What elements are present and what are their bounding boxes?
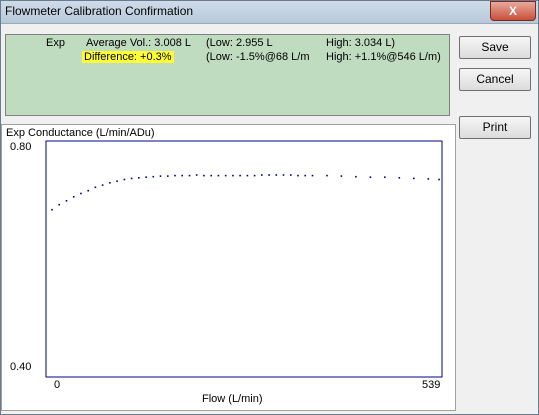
data-point (109, 182, 111, 184)
x-axis-label: Flow (L/min) (202, 393, 263, 405)
data-point (384, 176, 386, 178)
data-point (355, 175, 357, 178)
data-point (72, 196, 75, 198)
title-bar: Flowmeter Calibration Confirmation X (1, 1, 538, 24)
cancel-button[interactable]: Cancel (459, 68, 531, 91)
data-point (203, 174, 205, 177)
conductance-chart: Exp Conductance (L/min/ADu) 0.80 0.40 0 … (1, 124, 456, 411)
data-point (210, 174, 212, 177)
data-point (282, 174, 285, 176)
exp-label: Exp (46, 37, 65, 49)
data-point (58, 203, 60, 206)
data-point (224, 174, 227, 177)
chart-svg: 0.80 0.40 0 539 Flow (L/min) (10, 140, 443, 405)
x-tick-max: 539 (422, 379, 440, 391)
window-title: Flowmeter Calibration Confirmation (5, 4, 194, 18)
data-point (304, 174, 306, 177)
data-point (145, 176, 147, 178)
data-point (340, 175, 343, 177)
data-point (101, 184, 104, 186)
low-deviation: (Low: -1.5%@68 L/m (206, 51, 310, 63)
plot-area (45, 140, 443, 378)
data-point (290, 174, 292, 176)
data-point (116, 180, 118, 182)
data-point (268, 174, 270, 176)
difference-value: Difference: +0.3% (82, 51, 174, 63)
data-point (152, 175, 155, 178)
data-point (167, 175, 169, 177)
data-point (326, 174, 328, 177)
data-point (369, 176, 372, 178)
data-point (80, 192, 82, 195)
data-point (246, 174, 249, 177)
data-point (130, 177, 133, 180)
data-point (232, 174, 234, 177)
results-panel: Exp Average Vol.: 3.008 L (Low: 2.955 L … (5, 34, 450, 116)
data-point (51, 208, 53, 211)
save-button[interactable]: Save (459, 36, 531, 59)
y-tick-min: 0.40 (10, 361, 31, 373)
data-point (87, 189, 89, 192)
data-point (438, 178, 440, 181)
data-point (94, 186, 97, 189)
data-point (398, 177, 401, 179)
data-point (239, 174, 241, 177)
data-point (188, 174, 191, 177)
data-point (311, 174, 314, 177)
average-volume: Average Vol.: 3.008 L (86, 37, 191, 49)
high-volume: High: 3.034 L) (326, 37, 396, 49)
data-point (253, 174, 256, 177)
data-point (195, 174, 198, 176)
data-point (217, 174, 220, 177)
data-point (181, 174, 183, 177)
print-button[interactable]: Print (459, 116, 531, 139)
data-point (413, 177, 415, 180)
data-point (297, 174, 299, 177)
close-button[interactable]: X (490, 1, 536, 21)
data-point (261, 174, 263, 176)
low-volume: (Low: 2.955 L (206, 37, 273, 49)
data-point (123, 178, 126, 181)
data-point (65, 200, 68, 202)
data-point (174, 174, 176, 177)
data-point (159, 175, 162, 177)
client-area: Exp Average Vol.: 3.008 L (Low: 2.955 L … (1, 24, 538, 414)
data-point (138, 177, 140, 179)
close-icon: X (508, 4, 517, 18)
calibration-window: Flowmeter Calibration Confirmation X Exp… (0, 0, 539, 415)
y-tick-max: 0.80 (10, 141, 31, 153)
data-point (275, 174, 278, 176)
data-point (427, 178, 430, 180)
x-tick-min: 0 (54, 379, 60, 391)
high-deviation: High: +1.1%@546 L/m) (326, 51, 441, 63)
